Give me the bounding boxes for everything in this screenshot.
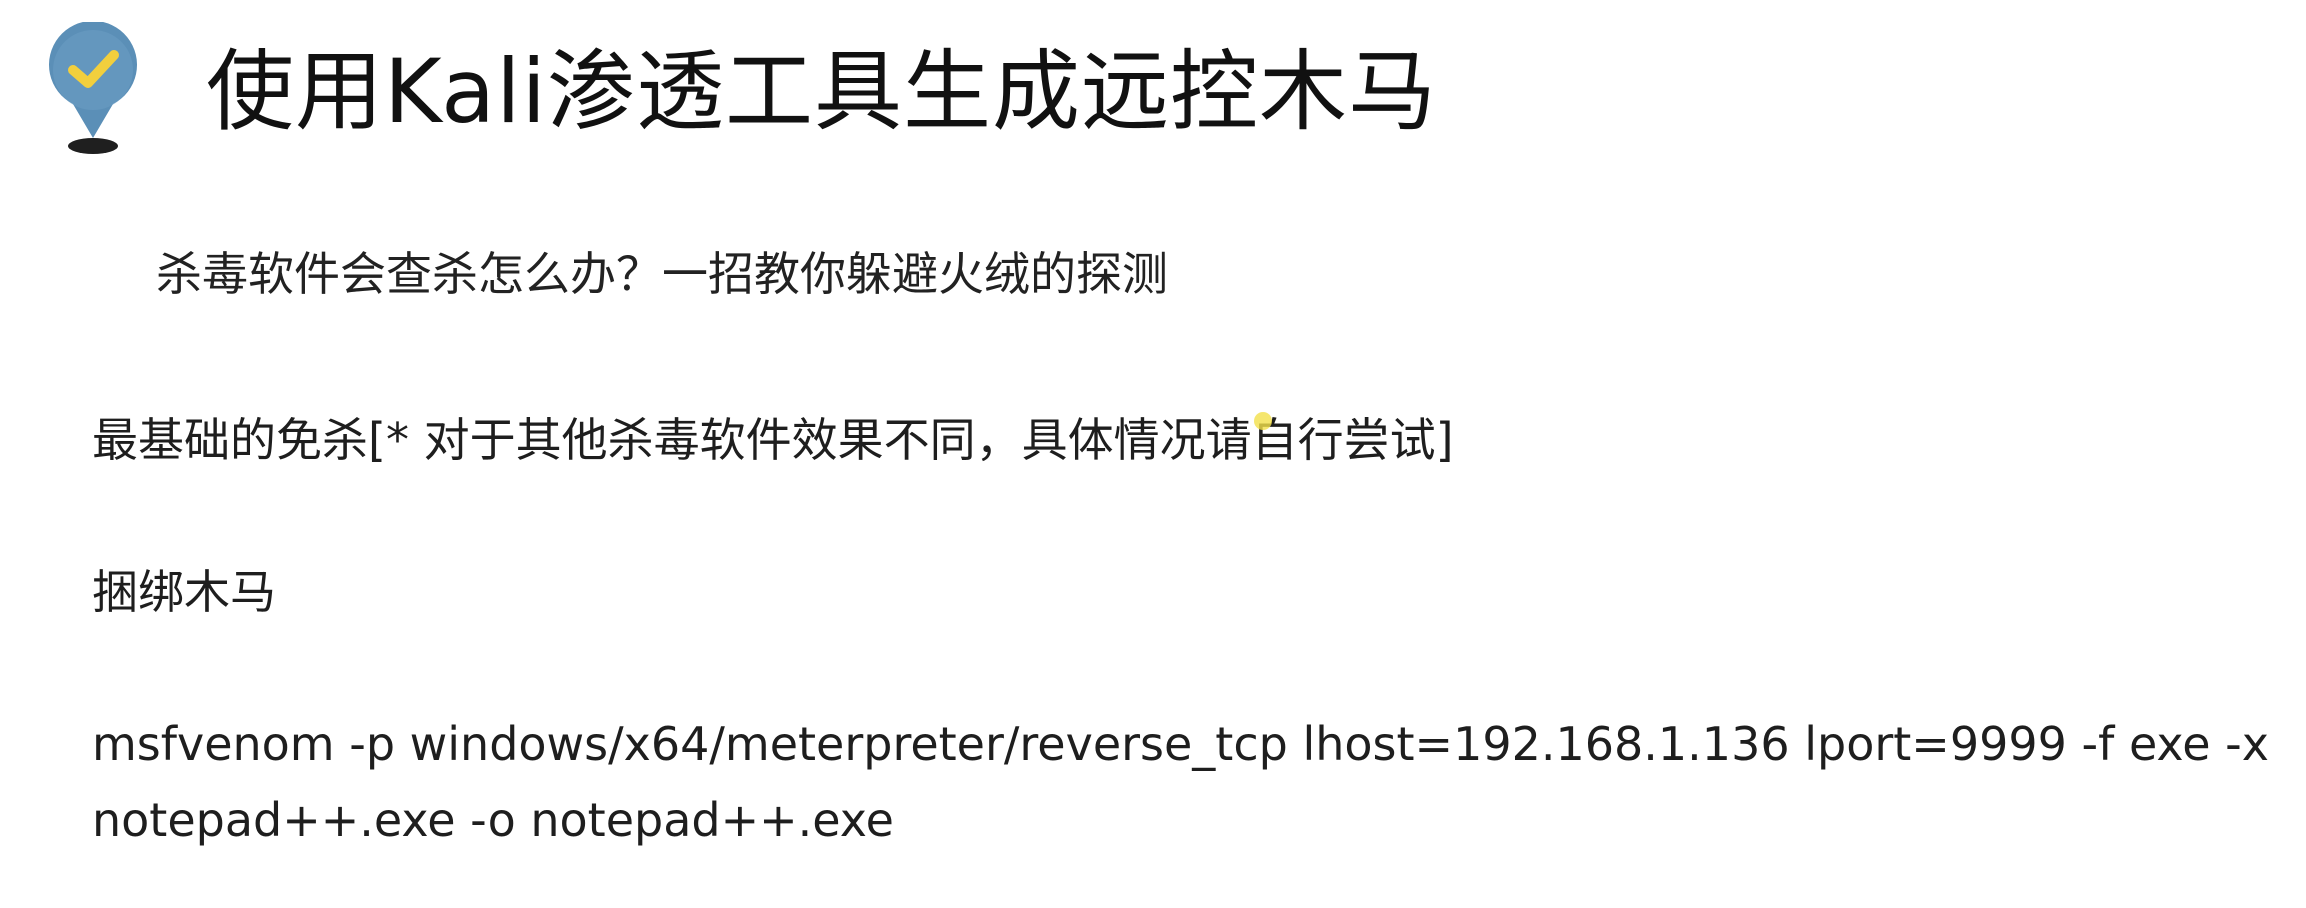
- bundled-trojan-heading: 捆绑木马: [92, 565, 276, 619]
- map-pin-check-icon: [49, 22, 137, 154]
- msfvenom-command: msfvenom -p windows/x64/meterpreter/reve…: [92, 717, 2269, 847]
- slide: 使用Kali渗透工具生成远控木马 杀毒软件会查杀怎么办？一招教你躲避火绒的探测 …: [0, 0, 2306, 908]
- slide-title: 使用Kali渗透工具生成远控木马: [206, 40, 1437, 143]
- pin-base-shape: [68, 138, 118, 154]
- slide-subtitle: 杀毒软件会查杀怎么办？一招教你躲避火绒的探测: [156, 247, 1168, 301]
- pointer-highlight: [1254, 412, 1272, 430]
- pin-highlight-shape: [53, 30, 133, 110]
- basic-evasion-note: 最基础的免杀[* 对于其他杀毒软件效果不同，具体情况请自行尝试]: [92, 413, 1454, 467]
